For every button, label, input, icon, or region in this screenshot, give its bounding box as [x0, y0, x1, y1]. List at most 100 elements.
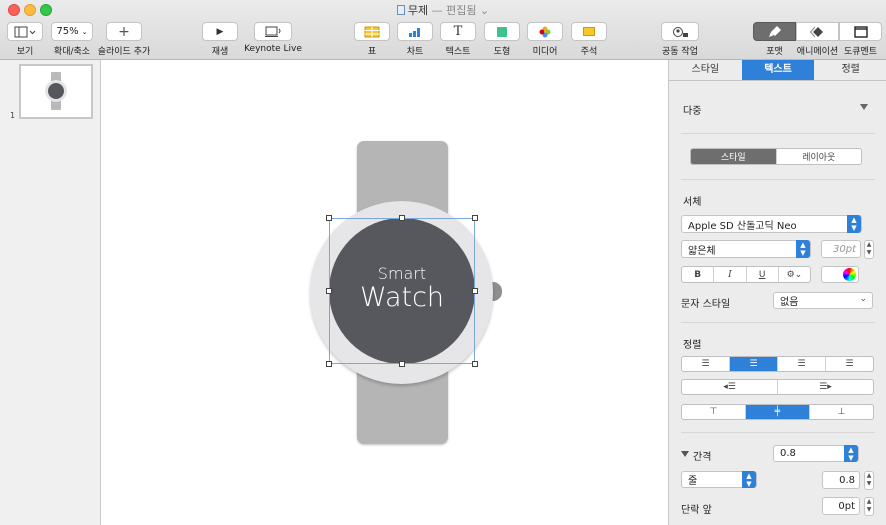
font-family-value: Apple SD 산돌고딕 Neo [688, 220, 797, 232]
align-bottom-icon[interactable]: ⊥ [810, 405, 873, 419]
spacing-label: 간격 [693, 452, 712, 463]
stepper-arrows-icon: ▲ ▼ [796, 240, 810, 258]
format-button[interactable] [753, 22, 796, 41]
selection-box[interactable] [329, 218, 475, 364]
text-label: 텍스트 [445, 47, 471, 57]
color-wheel-icon [843, 268, 856, 281]
divider [681, 133, 875, 134]
paragraph-style-name[interactable]: 다중 [683, 102, 701, 117]
resize-handle-left[interactable] [326, 288, 332, 294]
document-button[interactable] [839, 22, 882, 41]
align-middle-icon[interactable]: ╪ [746, 405, 810, 419]
underline-button[interactable]: U [747, 267, 779, 282]
segment-layout[interactable]: 레이아웃 [777, 149, 862, 164]
document-label: 도큐멘트 [843, 47, 878, 57]
comment-button[interactable] [571, 22, 607, 41]
resize-handle-bottom-right[interactable] [472, 361, 478, 367]
format-inspector: 스타일 텍스트 정렬 다중 스타일 레이아웃 서체 Apple SD 산돌고딕 … [668, 60, 886, 525]
segment-style[interactable]: 스타일 [691, 149, 777, 164]
divider [681, 322, 875, 323]
tab-style[interactable]: 스타일 [669, 60, 742, 80]
view-button[interactable] [7, 22, 43, 41]
resize-handle-top-left[interactable] [326, 215, 332, 221]
text-options-gear[interactable]: ⚙⌄ [779, 267, 810, 282]
before-paragraph-field[interactable]: 0pt [822, 497, 860, 515]
thumbnail-face [48, 83, 64, 99]
table-button[interactable] [354, 22, 390, 41]
collaborate-button[interactable] [661, 22, 699, 41]
style-layout-segment: 스타일 레이아웃 [690, 148, 862, 165]
chevron-down-icon: ⌄ [859, 294, 867, 304]
zoom-dropdown[interactable]: 75% ⌄ [51, 22, 93, 41]
animate-button[interactable] [796, 22, 839, 41]
play-label: 재생 [211, 47, 229, 57]
slide-canvas[interactable]: Smart Watch [101, 60, 668, 525]
line-spacing-field[interactable]: 0.8 [822, 471, 860, 489]
italic-button[interactable]: I [714, 267, 747, 282]
zoom-value: 75% [56, 26, 79, 37]
font-size-field[interactable]: 30pt [821, 240, 861, 258]
align-top-icon[interactable]: ⊤ [682, 405, 746, 419]
stepper-arrows-icon: ▲ ▼ [742, 471, 756, 488]
add-slide-label: 슬라이드 추가 [97, 47, 151, 57]
keynote-live-button[interactable] [254, 22, 292, 41]
stepper-arrows-icon: ▲ ▼ [847, 215, 861, 233]
before-paragraph-stepper[interactable]: ▲ ▼ [864, 497, 874, 516]
align-right-icon[interactable]: ☰ [778, 357, 826, 371]
window-toolbar: 무제 — 편집됨 ⌄ 보기 75% ⌄ 확대/축소 + 슬라이드 추가 ▶ 재생 … [0, 0, 886, 60]
shape-label: 도형 [493, 47, 511, 57]
tab-text[interactable]: 텍스트 [741, 60, 815, 80]
slide-number: 1 [10, 111, 16, 120]
font-size-stepper[interactable]: ▲ ▼ [864, 240, 874, 259]
text-button[interactable]: T [440, 22, 476, 41]
slide-thumbnail[interactable] [19, 64, 93, 119]
font-family-select[interactable]: Apple SD 산돌고딕 Neo ▲ ▼ [681, 215, 862, 233]
line-mode-value: 줄 [688, 476, 698, 487]
document-status[interactable]: — 편집됨 ⌄ [432, 4, 490, 17]
text-color-well[interactable] [821, 266, 859, 283]
increase-indent-icon[interactable]: ☰▸ [778, 380, 873, 394]
document-title[interactable]: 무제 [408, 4, 428, 17]
play-button[interactable]: ▶ [202, 22, 238, 41]
font-weight-value: 얇은체 [688, 245, 716, 257]
keynote-live-icon [265, 26, 281, 37]
resize-handle-right[interactable] [472, 288, 478, 294]
vertical-alignment: ⊤ ╪ ⊥ [681, 404, 874, 420]
table-icon [364, 26, 380, 37]
keynote-live-label: Keynote Live [244, 44, 302, 54]
line-spacing-stepper[interactable]: ▲ ▼ [864, 471, 874, 490]
comment-label: 주석 [580, 47, 598, 57]
text-style-buttons: B I U ⚙⌄ [681, 266, 811, 283]
tab-arrange[interactable]: 정렬 [814, 60, 886, 80]
bold-button[interactable]: B [682, 267, 715, 282]
triangle-down-icon[interactable] [860, 104, 868, 110]
play-icon: ▶ [216, 26, 224, 37]
decrease-indent-icon[interactable]: ◂☰ [682, 380, 778, 394]
media-button[interactable] [527, 22, 563, 41]
spacing-select[interactable]: 0.8 ▲ ▼ [773, 445, 859, 462]
sidebar-view-icon [14, 26, 36, 37]
align-justify-icon[interactable]: ☰ [826, 357, 873, 371]
view-label: 보기 [16, 47, 34, 57]
table-label: 표 [367, 47, 377, 57]
paintbrush-icon [768, 26, 781, 37]
line-spacing-mode-select[interactable]: 줄 ▲ ▼ [681, 471, 757, 488]
resize-handle-bottom[interactable] [399, 361, 405, 367]
align-center-icon[interactable]: ☰ [730, 357, 778, 371]
char-style-value: 없음 [780, 297, 799, 308]
font-weight-select[interactable]: 얇은체 ▲ ▼ [681, 240, 811, 258]
align-left-icon[interactable]: ☰ [682, 357, 730, 371]
disclosure-triangle-icon[interactable] [681, 451, 689, 457]
document-icon [853, 25, 868, 38]
add-slide-button[interactable]: + [106, 22, 142, 41]
animate-label: 애니메이션 [796, 47, 839, 57]
slide-navigator: 1 [0, 60, 101, 525]
resize-handle-bottom-left[interactable] [326, 361, 332, 367]
chart-button[interactable] [397, 22, 433, 41]
shape-button[interactable] [484, 22, 520, 41]
char-style-select[interactable]: 없음 ⌄ [773, 292, 873, 309]
inspector-tabs: 스타일 텍스트 정렬 [669, 60, 886, 81]
resize-handle-top[interactable] [399, 215, 405, 221]
before-paragraph-value: 0pt [838, 500, 855, 512]
resize-handle-top-right[interactable] [472, 215, 478, 221]
